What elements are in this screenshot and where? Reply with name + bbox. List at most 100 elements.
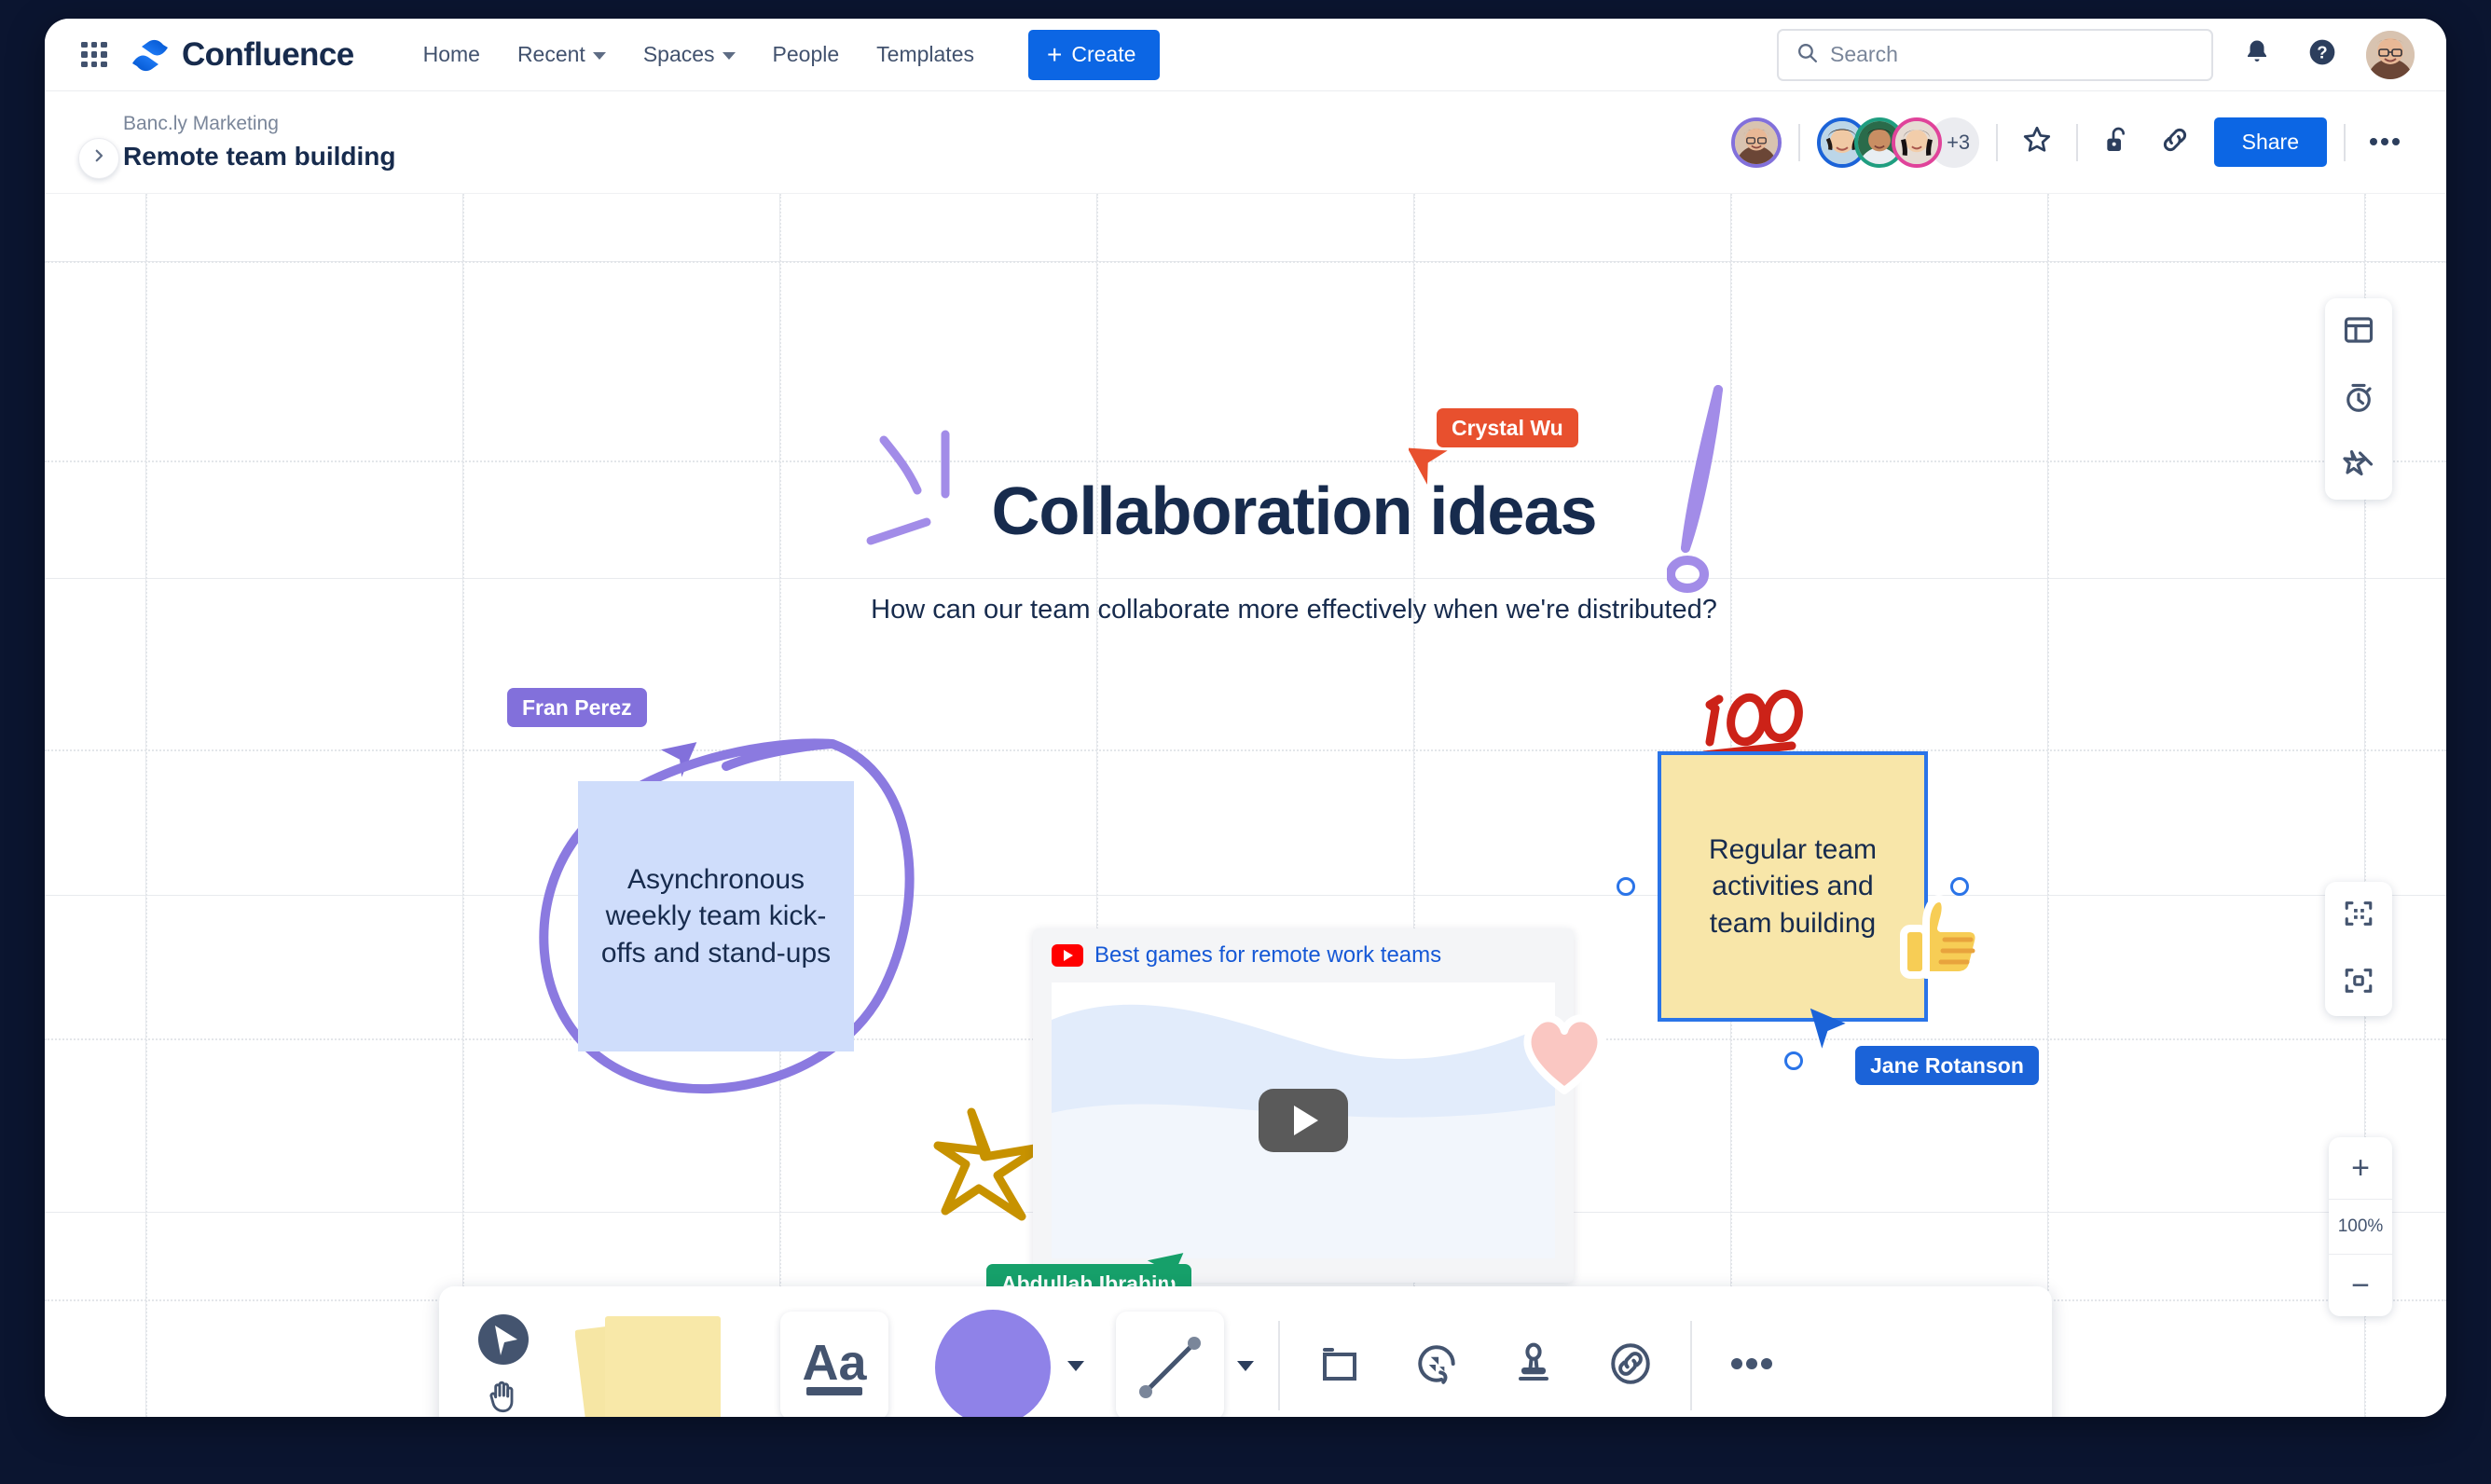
- svg-text:?: ?: [2317, 43, 2327, 62]
- avatar-current-user[interactable]: [1730, 117, 1782, 168]
- text-aa-icon: Aa: [802, 1335, 867, 1395]
- svg-text:Aa: Aa: [802, 1335, 867, 1391]
- video-thumbnail[interactable]: [1052, 982, 1555, 1258]
- text-tool[interactable]: Aa: [780, 1312, 888, 1417]
- cursor-fran-perez: Fran Perez: [507, 688, 697, 777]
- user-avatar[interactable]: [2366, 30, 2415, 79]
- video-embed-card[interactable]: Best games for remote work teams: [1033, 928, 1574, 1283]
- nav-item-templates[interactable]: Templates: [858, 33, 993, 76]
- zoom-level-label[interactable]: 100%: [2329, 1199, 2392, 1255]
- cursor-arrow-icon: [1147, 1253, 1184, 1288]
- copy-link-button[interactable]: [2153, 120, 2197, 165]
- zoom-to-selection-button[interactable]: [2325, 949, 2392, 1016]
- divider: [1690, 1321, 1692, 1410]
- play-button-icon[interactable]: [1259, 1089, 1348, 1152]
- nav-item-templates-label: Templates: [876, 42, 974, 66]
- sparkle-star-icon: [2342, 447, 2375, 486]
- search-input[interactable]: [1830, 42, 2195, 67]
- plus-icon: +: [1046, 39, 1063, 69]
- ai-button[interactable]: [2325, 433, 2392, 500]
- more-tools[interactable]: [1716, 1330, 1787, 1401]
- unlock-icon: [2102, 125, 2132, 159]
- brand-name: Confluence: [182, 35, 354, 73]
- line-tool[interactable]: [1116, 1312, 1224, 1417]
- cursor-jane-rotanson: Jane Rotanson: [1797, 1008, 2039, 1086]
- page-title[interactable]: Remote team building: [123, 140, 395, 172]
- select-tool[interactable]: [476, 1312, 530, 1371]
- nav-item-people-label: People: [772, 42, 840, 66]
- cursor-label: Fran Perez: [507, 688, 647, 728]
- jira-smart-link-icon: [1413, 1340, 1460, 1392]
- divider: [2344, 123, 2346, 161]
- whiteboard-canvas[interactable]: Collaboration ideas How can our team col…: [45, 194, 2446, 1417]
- zoom-to-selection-icon: [2343, 965, 2374, 1001]
- frame-tool[interactable]: [1304, 1330, 1375, 1401]
- chevron-down-icon: [722, 52, 736, 60]
- question-circle-icon: ?: [2307, 37, 2337, 72]
- search-icon: [1796, 41, 1819, 69]
- star-button[interactable]: [2015, 120, 2059, 165]
- sticky-note-yellow[interactable]: Regular team activities and team buildin…: [1658, 751, 1928, 1022]
- nav-right-cluster: ?: [1777, 28, 2415, 81]
- ellipsis-icon: [1731, 1357, 1772, 1375]
- sticky-note-text: Regular team activities and team buildin…: [1708, 833, 1878, 939]
- templates-panel-button[interactable]: [2325, 298, 2392, 365]
- sticky-note-text: Asynchronous weekly team kick-offs and s…: [600, 863, 832, 969]
- grid-apps-icon[interactable]: [76, 37, 112, 73]
- nav-item-people[interactable]: People: [754, 33, 859, 76]
- whiteboard-title[interactable]: Collaboration ideas: [940, 474, 1648, 550]
- hand-tool[interactable]: [485, 1377, 522, 1417]
- avatar-collaborator-3[interactable]: [1891, 117, 1942, 168]
- nav-item-spaces[interactable]: Spaces: [625, 33, 754, 76]
- divider: [2075, 123, 2078, 161]
- search-box[interactable]: [1777, 28, 2213, 81]
- thumbs-up-sticker[interactable]: [1898, 891, 1986, 981]
- help-button[interactable]: ?: [2301, 34, 2344, 76]
- restrictions-button[interactable]: [2095, 120, 2140, 165]
- timer-button[interactable]: [2325, 365, 2392, 433]
- confluence-logo-link[interactable]: Confluence: [131, 35, 354, 75]
- link-tool[interactable]: [1595, 1330, 1666, 1401]
- breadcrumb-space-link[interactable]: Banc.ly Marketing: [123, 112, 395, 136]
- exclamation-mark-doodle: [1667, 385, 1723, 593]
- create-button[interactable]: + Create: [1027, 29, 1161, 80]
- sidebar-expand-button[interactable]: [78, 138, 119, 179]
- nav-item-spaces-label: Spaces: [642, 42, 715, 66]
- frame-icon: [1317, 1341, 1362, 1391]
- nav-item-recent[interactable]: Recent: [499, 33, 625, 76]
- video-title[interactable]: Best games for remote work teams: [1094, 942, 1441, 969]
- selection-handle-left[interactable]: [1617, 877, 1635, 896]
- ellipsis-icon: [2369, 134, 2401, 151]
- zoom-in-button[interactable]: +: [2329, 1137, 2392, 1199]
- create-button-label: Create: [1071, 42, 1136, 66]
- line-tool-dropdown[interactable]: [1237, 1360, 1254, 1371]
- page-header-bar: Banc.ly Marketing Remote team building +…: [45, 91, 2446, 194]
- link-circle-icon: [1607, 1340, 1654, 1392]
- sticky-note-blue[interactable]: Asynchronous weekly team kick-offs and s…: [578, 781, 854, 1051]
- page-more-actions-button[interactable]: [2362, 120, 2407, 165]
- jira-tool[interactable]: [1401, 1330, 1472, 1401]
- cursor-arrow-icon: [1409, 447, 1448, 485]
- page-actions: +3 Share: [1730, 117, 2407, 168]
- stamp-tool[interactable]: [1498, 1330, 1569, 1401]
- zoom-out-button[interactable]: −: [2329, 1255, 2392, 1316]
- star-icon: [2021, 124, 2053, 160]
- timer-icon: [2342, 380, 2375, 419]
- sticky-note-tool[interactable]: [574, 1296, 734, 1417]
- share-button[interactable]: Share: [2213, 117, 2327, 167]
- whiteboard-subtitle[interactable]: How can our team collaborate more effect…: [697, 595, 1891, 625]
- divider: [1797, 123, 1800, 161]
- shape-tool-dropdown[interactable]: [1067, 1360, 1084, 1371]
- cursor-label: Jane Rotanson: [1855, 1046, 2039, 1086]
- shape-tool[interactable]: [931, 1302, 1054, 1417]
- fit-to-screen-icon: [2343, 898, 2374, 934]
- nav-item-recent-label: Recent: [516, 42, 585, 66]
- fit-to-screen-button[interactable]: [2325, 882, 2392, 949]
- layout-template-icon: [2342, 313, 2375, 351]
- heart-sticker[interactable]: [1518, 1005, 1611, 1094]
- breadcrumb: Banc.ly Marketing Remote team building: [123, 112, 395, 172]
- cursor-label: Crystal Wu: [1437, 408, 1578, 448]
- notifications-button[interactable]: [2236, 34, 2278, 76]
- chevron-down-icon: [592, 52, 606, 60]
- nav-item-home[interactable]: Home: [405, 33, 499, 76]
